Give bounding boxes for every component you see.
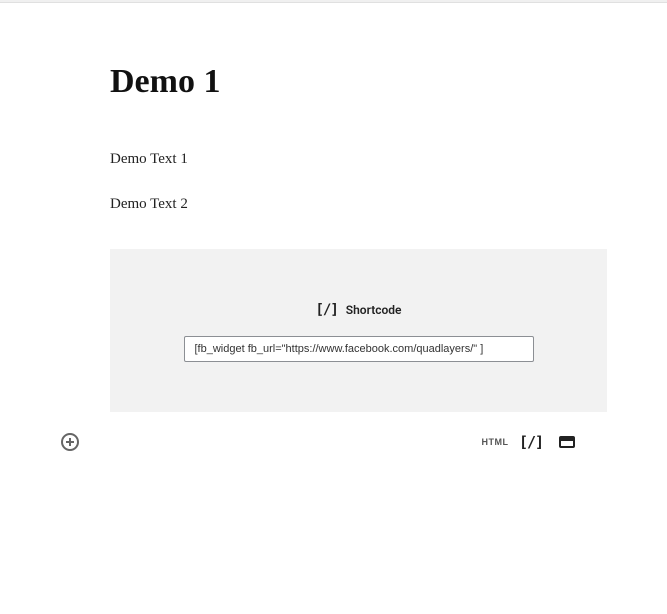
- paragraph-block[interactable]: Demo Text 2: [110, 196, 607, 213]
- shortcode-block-header: [/] Shortcode: [315, 302, 401, 318]
- shortcode-block-label: Shortcode: [346, 303, 402, 317]
- editor-content: Demo 1 Demo Text 1 Demo Text 2 [/] Short…: [0, 3, 667, 412]
- paragraph-block[interactable]: Demo Text 1: [110, 151, 607, 168]
- add-block-button[interactable]: [60, 432, 80, 452]
- shortcode-block-button[interactable]: [/]: [521, 432, 541, 452]
- page-title[interactable]: Demo 1: [110, 63, 607, 101]
- shortcode-input[interactable]: [184, 336, 534, 362]
- html-block-button[interactable]: HTML: [485, 432, 505, 452]
- shortcode-icon: [/]: [315, 302, 337, 318]
- shortcode-block[interactable]: [/] Shortcode: [110, 249, 607, 412]
- block-inserter-toolbar: HTML [/]: [60, 432, 577, 452]
- plus-circle-icon: [61, 433, 79, 451]
- window-icon: [559, 436, 575, 448]
- html-icon: HTML: [482, 437, 509, 447]
- container-block-button[interactable]: [557, 432, 577, 452]
- shortcode-icon: [/]: [519, 433, 543, 451]
